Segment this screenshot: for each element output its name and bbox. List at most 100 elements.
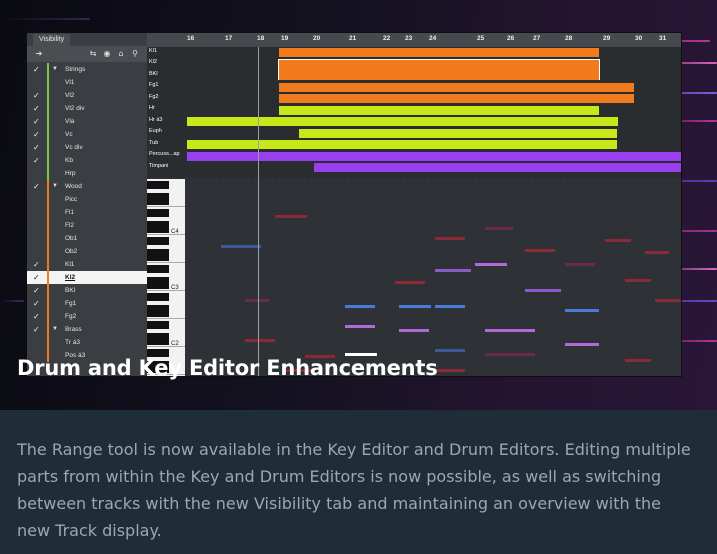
midi-note[interactable] (485, 329, 535, 332)
search-icon[interactable]: ⚲ (129, 48, 141, 59)
piano-keyboard[interactable]: C4 C3 C2 (147, 179, 185, 376)
visibility-row[interactable]: ✓ BKl (27, 284, 147, 297)
eye-icon[interactable]: ◉ (101, 48, 113, 59)
visibility-checkbox[interactable]: ✓ (33, 284, 41, 297)
midi-note[interactable] (525, 289, 561, 292)
visibility-row[interactable]: ✓ Vl2 (27, 89, 147, 102)
visibility-row[interactable]: Hrp (27, 167, 147, 180)
midi-note[interactable] (399, 305, 431, 308)
visibility-checkbox[interactable]: ✓ (33, 180, 41, 193)
midi-note[interactable] (345, 325, 375, 328)
visibility-checkbox[interactable]: ✓ (33, 297, 41, 310)
playhead-cursor[interactable] (258, 47, 259, 376)
visibility-row[interactable]: Tr á3 (27, 336, 147, 349)
midi-note[interactable] (605, 239, 631, 242)
black-key[interactable] (147, 313, 169, 317)
midi-note[interactable] (565, 263, 595, 266)
visibility-row[interactable]: ✓ Vc div (27, 141, 147, 154)
midi-note[interactable] (645, 251, 669, 254)
note-grid[interactable] (185, 179, 681, 376)
track-display[interactable]: Kl1 Kl2 BKl Fg1 Fg2 Hr Hr á3 Euph Tub Percuss...a… (147, 47, 681, 177)
visibility-row[interactable]: ✓ Kb (27, 154, 147, 167)
visibility-row[interactable]: Fl1 (27, 206, 147, 219)
track-part[interactable] (187, 117, 618, 126)
folder-expand-icon[interactable]: ▼ (52, 180, 58, 193)
midi-note[interactable] (565, 343, 599, 346)
visibility-checkbox[interactable]: ✓ (33, 89, 41, 102)
bar-ruler[interactable]: 16 17 18 19 20 21 22 23 24 25 26 27 28 29 30 31 (147, 33, 681, 47)
midi-note[interactable] (435, 305, 465, 308)
midi-note[interactable] (245, 299, 269, 302)
folder-expand-icon[interactable]: ▼ (52, 63, 58, 76)
visibility-row[interactable]: Ob1 (27, 232, 147, 245)
midi-note[interactable] (435, 369, 465, 372)
visibility-row[interactable]: Picc (27, 193, 147, 206)
visibility-row[interactable]: Ob2 (27, 245, 147, 258)
visibility-row[interactable]: ✓ Vla (27, 115, 147, 128)
visibility-checkbox[interactable]: ✓ (33, 310, 41, 323)
track-part[interactable] (299, 128, 617, 138)
visibility-row[interactable]: Vl1 (27, 76, 147, 89)
black-key[interactable] (147, 257, 169, 261)
track-part[interactable] (187, 140, 617, 149)
track-part[interactable] (279, 94, 634, 103)
visibility-row[interactable]: ✓ Kl1 (27, 258, 147, 271)
visibility-checkbox[interactable]: ✓ (33, 115, 41, 128)
black-key[interactable] (147, 213, 169, 217)
midi-note[interactable] (485, 227, 513, 230)
visibility-checkbox[interactable]: ✓ (33, 141, 41, 154)
midi-note[interactable] (435, 269, 471, 272)
black-key[interactable] (147, 185, 169, 189)
black-key[interactable] (147, 241, 169, 245)
visibility-row[interactable]: Fl2 (27, 219, 147, 232)
midi-note[interactable] (625, 359, 651, 362)
black-key[interactable] (147, 325, 169, 329)
midi-note[interactable] (655, 299, 681, 302)
midi-note[interactable] (345, 305, 375, 308)
home-icon[interactable]: ⌂ (115, 48, 127, 59)
visibility-checkbox[interactable]: ✓ (33, 271, 41, 284)
track-part[interactable] (314, 163, 681, 172)
black-key[interactable] (147, 229, 169, 233)
midi-note[interactable] (525, 249, 555, 252)
visibility-row[interactable]: ✓ Vl2 div (27, 102, 147, 115)
track-part[interactable] (187, 151, 681, 161)
visibility-row[interactable]: ✓ ▼ Brass (27, 323, 147, 336)
track-part[interactable] (279, 71, 599, 80)
track-part[interactable] (279, 82, 634, 92)
visibility-row[interactable]: ✓ Fg2 (27, 310, 147, 323)
midi-note[interactable] (399, 329, 429, 332)
midi-note[interactable] (275, 215, 307, 218)
midi-note[interactable] (245, 339, 275, 342)
visibility-row[interactable]: ✓ ▼ Strings (27, 63, 147, 76)
midi-note[interactable] (221, 245, 261, 248)
midi-note[interactable] (485, 353, 535, 356)
filter-icon[interactable]: ⇆ (87, 48, 99, 59)
midi-note[interactable] (625, 279, 651, 282)
visibility-checkbox[interactable]: ✓ (33, 323, 41, 336)
black-key[interactable] (147, 269, 169, 273)
midi-note[interactable] (475, 263, 507, 266)
black-key[interactable] (147, 297, 169, 301)
visibility-tab[interactable]: Visibility (33, 34, 71, 46)
visibility-row[interactable]: ✓ Vc (27, 128, 147, 141)
visibility-checkbox[interactable]: ✓ (33, 128, 41, 141)
black-key[interactable] (147, 201, 169, 205)
midi-note[interactable] (565, 309, 599, 312)
visibility-checkbox[interactable]: ✓ (33, 258, 41, 271)
visibility-row[interactable]: ✓ ▼ Wood (27, 180, 147, 193)
visibility-row[interactable]: ✓ Fg1 (27, 297, 147, 310)
visibility-row[interactable]: ✓ Kl2 (27, 271, 147, 284)
midi-note[interactable] (435, 237, 465, 240)
black-key[interactable] (147, 285, 169, 289)
track-part[interactable] (279, 105, 599, 115)
visibility-checkbox[interactable]: ✓ (33, 102, 41, 115)
folder-expand-icon[interactable]: ▼ (52, 323, 58, 336)
midi-note[interactable] (435, 349, 465, 352)
arrow-icon[interactable]: ➔ (33, 48, 45, 59)
track-part[interactable] (279, 48, 599, 57)
midi-note[interactable] (395, 281, 425, 284)
visibility-checkbox[interactable]: ✓ (33, 154, 41, 167)
black-key[interactable] (147, 341, 169, 345)
visibility-checkbox[interactable]: ✓ (33, 63, 41, 76)
